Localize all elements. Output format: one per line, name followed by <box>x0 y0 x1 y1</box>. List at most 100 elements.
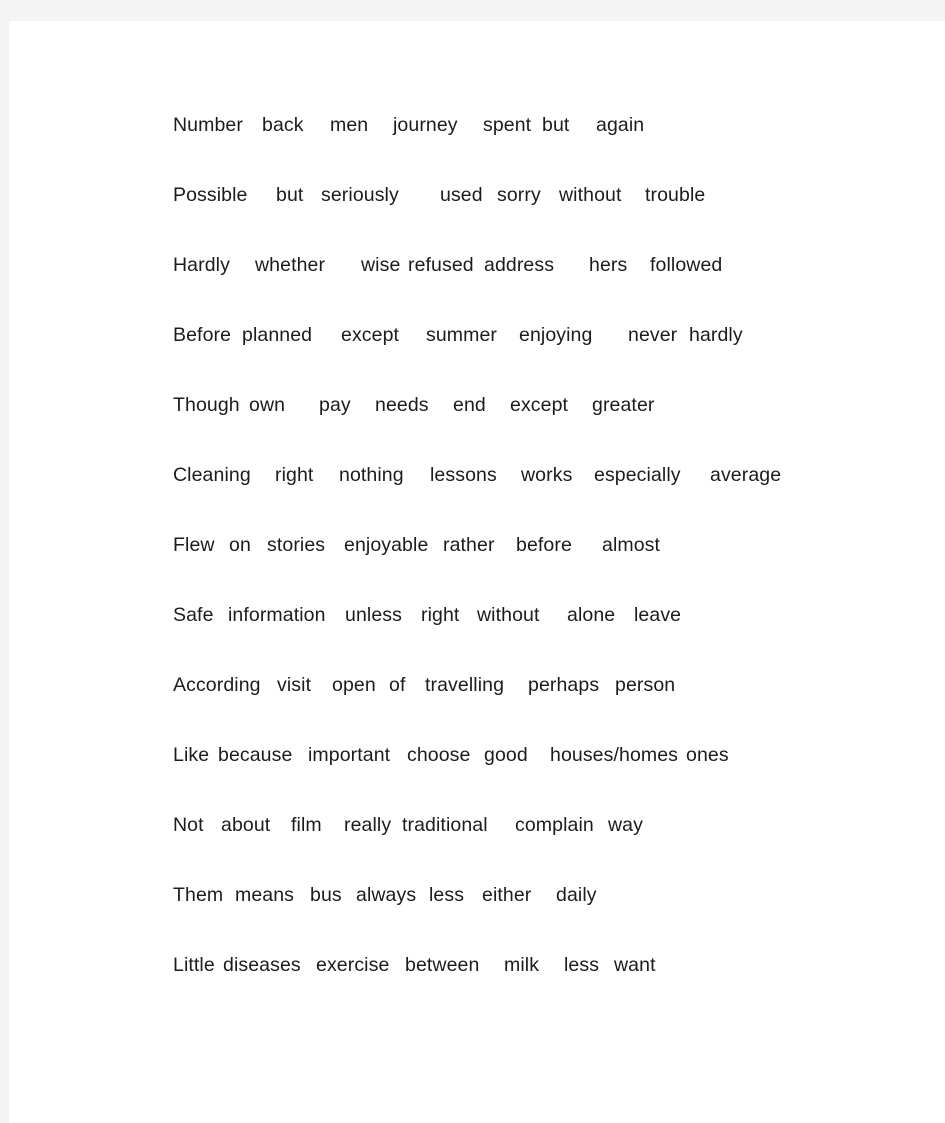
word-row: Cleaning right nothing lessons works especial… <box>164 462 864 532</box>
word-item: works <box>521 464 573 486</box>
word-item: means <box>235 884 295 906</box>
word-item: refused <box>408 254 474 276</box>
word-item: Cleaning <box>173 464 251 486</box>
word-item: person <box>615 674 676 696</box>
word-item: exercise <box>316 954 390 976</box>
word-item: daily <box>556 884 597 906</box>
word-row: Though own pay needs end except greater <box>164 392 864 462</box>
word-row: Flew on stories enjoyable rather before almost <box>164 532 864 602</box>
word-row: Safe information unless right without alone le… <box>164 602 864 672</box>
word-item: nothing <box>339 464 404 486</box>
word-list-container: Number back men journey spent but again Possibl… <box>164 112 864 1022</box>
word-item: without <box>559 184 622 206</box>
word-item: really <box>344 814 392 836</box>
word-item: Like <box>173 744 210 766</box>
word-item: want <box>614 954 656 976</box>
word-item: sorry <box>497 184 541 206</box>
word-row: Possible but seriously used sorry without trou… <box>164 182 864 252</box>
word-item: except <box>510 394 569 416</box>
word-item: but <box>542 114 570 136</box>
word-item: almost <box>602 534 661 556</box>
word-item: film <box>291 814 322 836</box>
word-item: without <box>477 604 540 626</box>
word-item: average <box>710 464 782 486</box>
word-item: bus <box>310 884 342 906</box>
word-item: between <box>405 954 480 976</box>
word-item: hardly <box>689 324 743 346</box>
word-item: diseases <box>223 954 301 976</box>
word-item: ones <box>686 744 729 766</box>
word-item: travelling <box>425 674 505 696</box>
word-item: Possible <box>173 184 248 206</box>
word-item: journey <box>393 114 458 136</box>
word-item: houses/homes <box>550 744 679 766</box>
word-item: According <box>173 674 261 696</box>
word-item: complain <box>515 814 594 836</box>
word-item: especially <box>594 464 681 486</box>
word-item: Hardly <box>173 254 230 276</box>
word-item: hers <box>589 254 628 276</box>
word-item: end <box>453 394 486 416</box>
word-item: Flew <box>173 534 215 556</box>
word-item: visit <box>277 674 312 696</box>
word-item: perhaps <box>528 674 600 696</box>
word-item: never <box>628 324 678 346</box>
word-item: trouble <box>645 184 706 206</box>
word-item: leave <box>634 604 682 626</box>
word-item: men <box>330 114 369 136</box>
word-item: Little <box>173 954 215 976</box>
word-item: less <box>429 884 465 906</box>
word-item: right <box>421 604 460 626</box>
word-item: whether <box>255 254 326 276</box>
word-row: Hardly whether wise refused address hers follo… <box>164 252 864 322</box>
word-item: about <box>221 814 271 836</box>
word-item: traditional <box>402 814 488 836</box>
word-item: wise <box>361 254 401 276</box>
word-row: Before planned except summer enjoying never ha… <box>164 322 864 392</box>
word-item: on <box>229 534 251 556</box>
word-item: less <box>564 954 600 976</box>
word-item: again <box>596 114 645 136</box>
word-item: Number <box>173 114 243 136</box>
word-item: needs <box>375 394 429 416</box>
document-sheet: Number back men journey spent but again Possibl… <box>9 21 945 1123</box>
word-item: Safe <box>173 604 214 626</box>
word-item: unless <box>345 604 402 626</box>
word-item: spent <box>483 114 532 136</box>
word-item: Not <box>173 814 204 836</box>
word-row: According visit open of travelling perhaps per… <box>164 672 864 742</box>
word-item: except <box>341 324 400 346</box>
word-item: used <box>440 184 483 206</box>
word-item: alone <box>567 604 616 626</box>
word-item: of <box>389 674 406 696</box>
word-item: own <box>249 394 286 416</box>
word-item: but <box>276 184 304 206</box>
word-item: Though <box>173 394 240 416</box>
word-item: way <box>608 814 643 836</box>
word-item: Them <box>173 884 224 906</box>
word-item: back <box>262 114 304 136</box>
word-item: before <box>516 534 572 556</box>
word-item: good <box>484 744 528 766</box>
word-item: open <box>332 674 376 696</box>
word-item: enjoying <box>519 324 593 346</box>
word-item: either <box>482 884 532 906</box>
word-row: Like because important choose good houses/hom… <box>164 742 864 812</box>
word-row: Number back men journey spent but again <box>164 112 864 182</box>
word-item: information <box>228 604 326 626</box>
word-item: Before <box>173 324 232 346</box>
word-item: choose <box>407 744 471 766</box>
word-row: Not about film really traditional complain way <box>164 812 864 882</box>
word-item: always <box>356 884 417 906</box>
word-item: pay <box>319 394 351 416</box>
word-item: lessons <box>430 464 497 486</box>
word-item: enjoyable <box>344 534 429 556</box>
word-item: seriously <box>321 184 399 206</box>
word-row: Them means bus always less either daily <box>164 882 864 952</box>
word-item: planned <box>242 324 313 346</box>
word-item: greater <box>592 394 655 416</box>
word-item: because <box>218 744 293 766</box>
word-item: followed <box>650 254 723 276</box>
word-row: Little diseases exercise between milk less wan… <box>164 952 864 1022</box>
word-item: address <box>484 254 555 276</box>
